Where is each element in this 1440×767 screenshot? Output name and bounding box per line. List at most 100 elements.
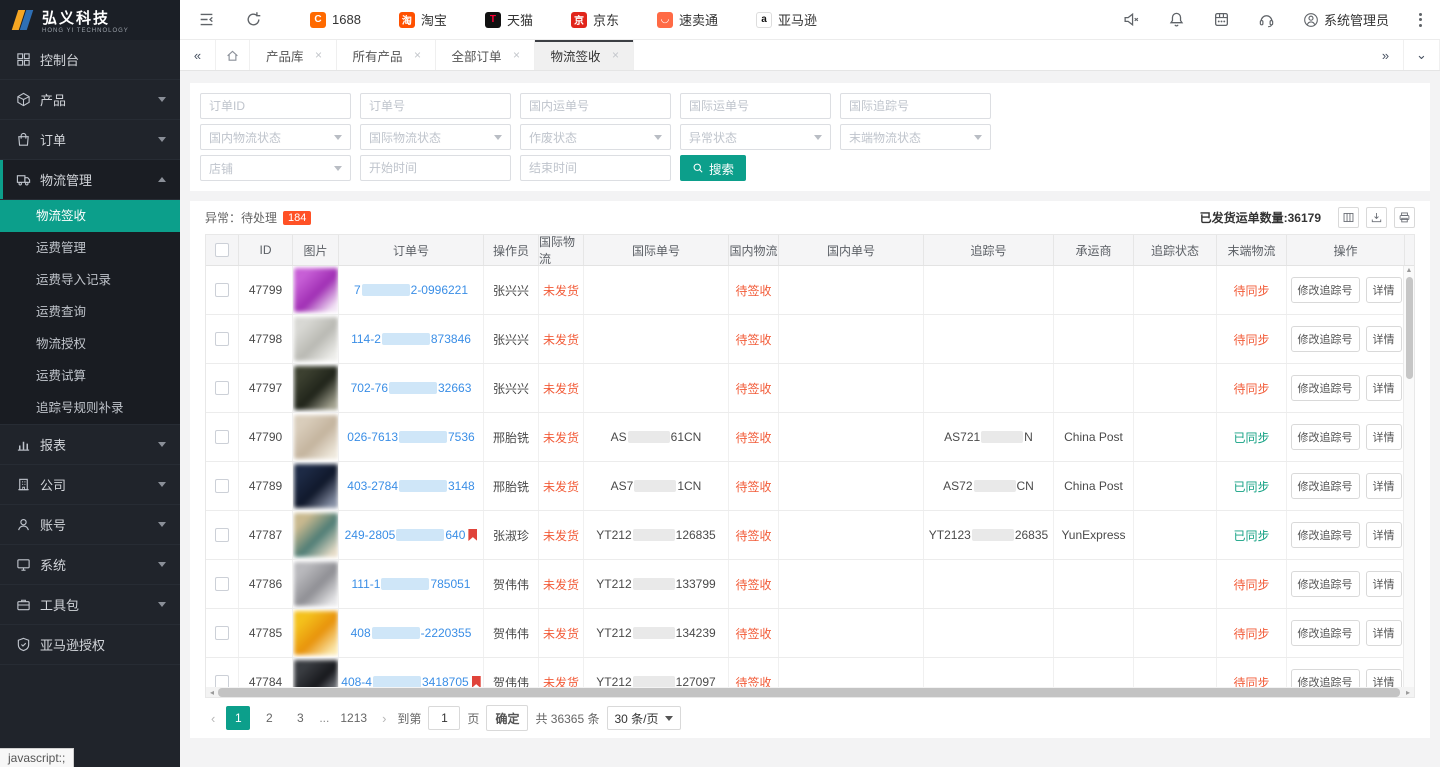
sidebar-item-dashboard[interactable]: 控制台: [0, 40, 180, 80]
sidebar-subitem[interactable]: 物流授权: [0, 328, 180, 360]
edit-tracking-button[interactable]: 修改追踪号: [1291, 375, 1360, 401]
search-button[interactable]: 搜索: [680, 155, 746, 181]
edit-tracking-button[interactable]: 修改追踪号: [1291, 326, 1360, 352]
tabs-scroll-right-icon[interactable]: »: [1368, 40, 1404, 70]
detail-button[interactable]: 详情: [1366, 522, 1402, 548]
close-icon[interactable]: ×: [312, 48, 326, 62]
export-button[interactable]: [1366, 207, 1387, 228]
headset-support-icon[interactable]: [1258, 11, 1275, 28]
marketplace-link-1688[interactable]: C1688: [310, 12, 361, 28]
page-button-2[interactable]: 2: [257, 706, 281, 730]
detail-button[interactable]: 详情: [1366, 620, 1402, 646]
notification-bell-icon[interactable]: [1168, 11, 1185, 28]
sidebar-item-system[interactable]: 系统: [0, 545, 180, 585]
print-button[interactable]: [1394, 207, 1415, 228]
filter-select[interactable]: 异常状态: [680, 124, 831, 150]
scroll-left-icon[interactable]: ◂: [206, 688, 218, 697]
home-tab-icon[interactable]: [216, 40, 250, 70]
filter-input[interactable]: [680, 93, 831, 119]
detail-button[interactable]: 详情: [1366, 277, 1402, 303]
vertical-scroll-thumb[interactable]: [1406, 277, 1413, 379]
filter-input[interactable]: [840, 93, 991, 119]
row-checkbox[interactable]: [215, 430, 229, 444]
sidebar-subitem[interactable]: 物流签收: [0, 200, 180, 232]
announcement-speaker-icon[interactable]: [1123, 11, 1140, 28]
sidebar-subitem[interactable]: 运费试算: [0, 360, 180, 392]
filter-select[interactable]: 国际物流状态: [360, 124, 511, 150]
detail-button[interactable]: 详情: [1366, 375, 1402, 401]
columns-setting-button[interactable]: [1338, 207, 1359, 228]
edit-tracking-button[interactable]: 修改追踪号: [1291, 620, 1360, 646]
sidebar-subitem[interactable]: 运费查询: [0, 296, 180, 328]
row-checkbox[interactable]: [215, 332, 229, 346]
tab-item[interactable]: 物流签收×: [535, 40, 634, 70]
order-number-link[interactable]: 111-1785051: [352, 577, 471, 591]
row-checkbox[interactable]: [215, 528, 229, 542]
marketplace-link-amazon[interactable]: a亚马逊: [756, 10, 817, 29]
sidebar-item-report[interactable]: 报表: [0, 425, 180, 465]
sidebar-item-amazon-auth[interactable]: 亚马逊授权: [0, 625, 180, 665]
filter-input[interactable]: [360, 93, 511, 119]
horizontal-scroll-thumb[interactable]: [218, 688, 1400, 697]
sidebar-item-account[interactable]: 账号: [0, 505, 180, 545]
refresh-icon[interactable]: [245, 11, 262, 28]
page-button-1213[interactable]: 1213: [336, 706, 371, 730]
row-checkbox[interactable]: [215, 675, 229, 687]
marketplace-link-taobao[interactable]: 淘淘宝: [399, 10, 447, 29]
filter-input[interactable]: [520, 155, 671, 181]
tabs-scroll-left-icon[interactable]: «: [180, 40, 216, 70]
filter-select[interactable]: 国内物流状态: [200, 124, 351, 150]
edit-tracking-button[interactable]: 修改追踪号: [1291, 571, 1360, 597]
sidebar-subitem[interactable]: 追踪号规则补录: [0, 392, 180, 424]
sidebar-item-logistics[interactable]: 物流管理: [0, 160, 180, 200]
detail-button[interactable]: 详情: [1366, 669, 1402, 687]
tab-item[interactable]: 产品库×: [250, 40, 337, 70]
row-checkbox[interactable]: [215, 283, 229, 297]
filter-select[interactable]: 作废状态: [520, 124, 671, 150]
row-checkbox[interactable]: [215, 479, 229, 493]
edit-tracking-button[interactable]: 修改追踪号: [1291, 669, 1360, 687]
pending-label[interactable]: 待处理: [241, 209, 277, 226]
marketplace-link-aliexpress[interactable]: ◡速卖通: [657, 10, 718, 29]
scroll-right-icon[interactable]: ▸: [1402, 688, 1414, 697]
edit-tracking-button[interactable]: 修改追踪号: [1291, 522, 1360, 548]
kebab-menu-icon[interactable]: [1417, 11, 1424, 29]
order-number-link[interactable]: 702-7632663: [351, 381, 472, 395]
sidebar-item-company[interactable]: 公司: [0, 465, 180, 505]
marketplace-link-jd[interactable]: 京京东: [571, 10, 619, 29]
detail-button[interactable]: 详情: [1366, 571, 1402, 597]
row-checkbox[interactable]: [215, 381, 229, 395]
tab-item[interactable]: 全部订单×: [436, 40, 535, 70]
page-button-3[interactable]: 3: [288, 706, 312, 730]
close-icon[interactable]: ×: [609, 48, 623, 62]
filter-input[interactable]: [520, 93, 671, 119]
tabs-dropdown-icon[interactable]: ⌄: [1404, 40, 1440, 70]
sidebar-item-product[interactable]: 产品: [0, 80, 180, 120]
detail-button[interactable]: 详情: [1366, 473, 1402, 499]
next-page-icon[interactable]: ›: [378, 711, 390, 726]
edit-tracking-button[interactable]: 修改追踪号: [1291, 424, 1360, 450]
filter-select[interactable]: 店铺: [200, 155, 351, 181]
page-size-select[interactable]: 30 条/页: [607, 706, 681, 730]
prev-page-icon[interactable]: ‹: [207, 711, 219, 726]
order-number-link[interactable]: 403-27843148: [347, 479, 474, 493]
pending-count-badge[interactable]: 184: [283, 211, 311, 225]
scroll-up-icon[interactable]: ▲: [1404, 266, 1414, 276]
goto-page-input[interactable]: [428, 706, 460, 730]
sidebar-subitem[interactable]: 运费管理: [0, 232, 180, 264]
row-checkbox[interactable]: [215, 626, 229, 640]
edit-tracking-button[interactable]: 修改追踪号: [1291, 277, 1360, 303]
app-grid-icon[interactable]: [1213, 11, 1230, 28]
edit-tracking-button[interactable]: 修改追踪号: [1291, 473, 1360, 499]
tab-item[interactable]: 所有产品×: [337, 40, 436, 70]
close-icon[interactable]: ×: [411, 48, 425, 62]
order-number-link[interactable]: 114-2873846: [351, 332, 471, 346]
filter-select[interactable]: 末端物流状态: [840, 124, 991, 150]
order-number-link[interactable]: 249-2805640: [345, 528, 466, 542]
close-icon[interactable]: ×: [510, 48, 524, 62]
admin-user-menu[interactable]: 系统管理员: [1303, 10, 1389, 29]
goto-confirm-button[interactable]: 确定: [486, 705, 528, 731]
sidebar-item-order[interactable]: 订单: [0, 120, 180, 160]
filter-input[interactable]: [360, 155, 511, 181]
menu-fold-icon[interactable]: [198, 11, 215, 28]
